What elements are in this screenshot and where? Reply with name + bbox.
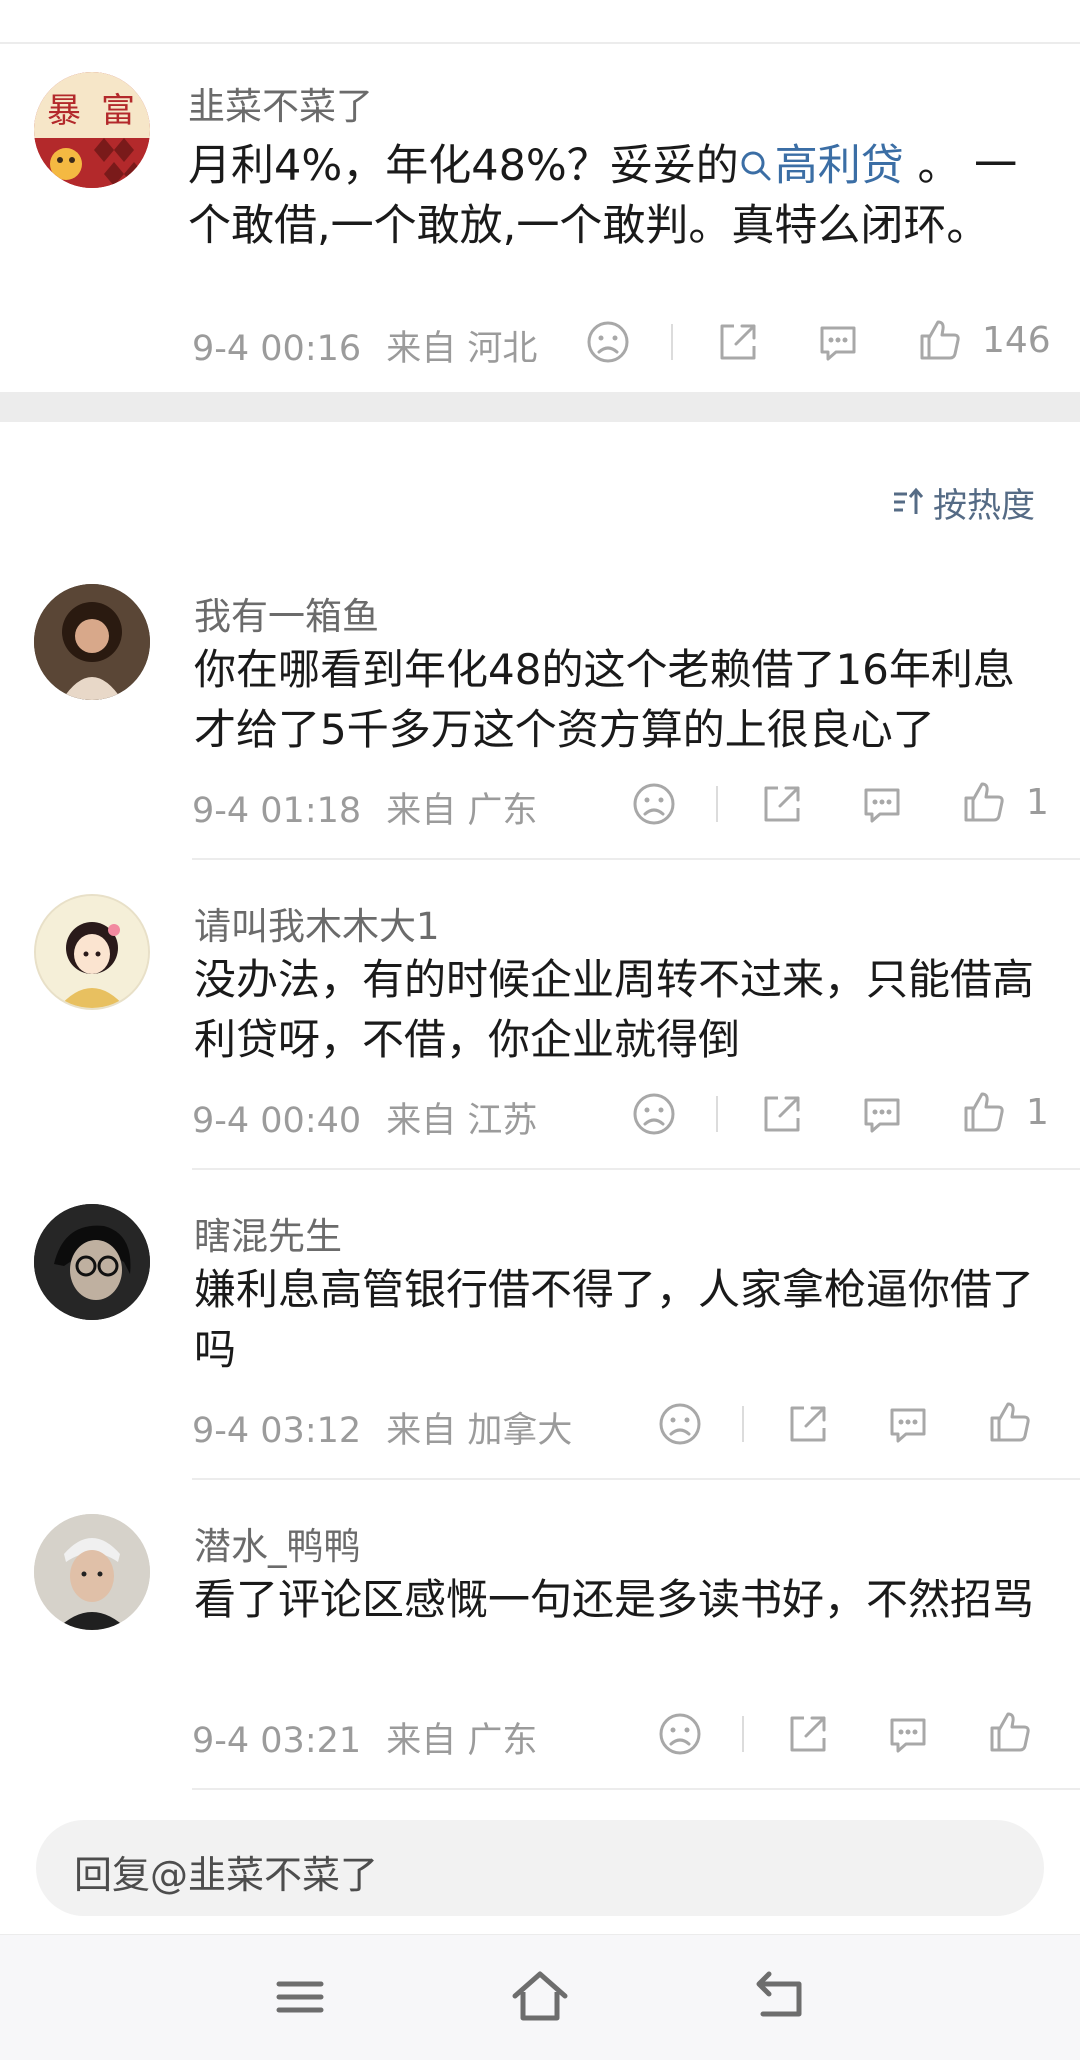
action-separator bbox=[716, 786, 718, 822]
thumbs-up-icon[interactable] bbox=[960, 1088, 1008, 1136]
reply-placeholder: 回复@韭菜不菜了 bbox=[74, 1853, 379, 1897]
like-count: 146 bbox=[982, 320, 1051, 361]
thumbs-up-icon[interactable] bbox=[960, 778, 1008, 826]
top-divider bbox=[0, 42, 1080, 44]
share-icon[interactable] bbox=[784, 1710, 832, 1758]
reply-input[interactable]: 回复@韭菜不菜了 bbox=[36, 1820, 1044, 1916]
comment-time: 9-4 00:40 bbox=[192, 1101, 362, 1141]
avatar[interactable] bbox=[34, 1514, 150, 1630]
comment-location: 来自 广东 bbox=[386, 791, 538, 831]
topic-link[interactable]: 高利贷 bbox=[739, 141, 904, 191]
share-icon[interactable] bbox=[758, 780, 806, 828]
like-count: 1 bbox=[1026, 782, 1049, 823]
comment-meta: 9-4 00:40 来自 江苏 bbox=[192, 1092, 537, 1143]
comment-meta: 9-4 03:12 来自 加拿大 bbox=[192, 1402, 572, 1453]
comment-icon[interactable] bbox=[858, 1090, 906, 1138]
sort-button[interactable]: 按热度 bbox=[891, 480, 1035, 526]
avatar[interactable] bbox=[34, 1204, 150, 1320]
comment-icon[interactable] bbox=[858, 780, 906, 828]
comment-meta: 9-4 00:16 来自 河北 bbox=[192, 320, 537, 371]
action-separator bbox=[742, 1716, 744, 1752]
comment-location: 来自 江苏 bbox=[386, 1101, 538, 1141]
username[interactable]: 潜水_鸭鸭 bbox=[194, 1516, 361, 1570]
username[interactable]: 我有一箱鱼 bbox=[194, 586, 379, 640]
action-separator bbox=[671, 324, 673, 360]
comment-time: 9-4 01:18 bbox=[192, 791, 362, 831]
sort-label: 按热度 bbox=[933, 485, 1035, 526]
frown-icon[interactable] bbox=[656, 1710, 704, 1758]
search-icon bbox=[741, 151, 771, 181]
comment-text: 没办法，有的时候企业周转不过来，只能借高利贷呀，不借，你企业就得倒 bbox=[194, 955, 1035, 1064]
back-icon[interactable] bbox=[745, 1962, 815, 2032]
avatar-char-1: 暴 bbox=[47, 91, 81, 131]
frown-icon[interactable] bbox=[584, 318, 632, 366]
comment-text-start: 月利4%，年化48%？妥妥的 bbox=[188, 141, 739, 191]
frown-icon[interactable] bbox=[656, 1400, 704, 1448]
comment-time: 9-4 03:12 bbox=[192, 1411, 362, 1451]
thumbs-up-icon[interactable] bbox=[986, 1708, 1034, 1756]
comment-text: 你在哪看到年化48的这个老赖借了16年利息才给了5千多万这个资方算的上很良心了 bbox=[194, 645, 1015, 754]
username[interactable]: 韭菜不菜了 bbox=[188, 76, 373, 130]
comment-location: 来自 广东 bbox=[386, 1721, 538, 1761]
share-icon[interactable] bbox=[758, 1090, 806, 1138]
thumbs-up-icon[interactable] bbox=[916, 316, 964, 364]
menu-icon[interactable] bbox=[265, 1962, 335, 2032]
comment-icon[interactable] bbox=[884, 1400, 932, 1448]
comment-text: 月利4%，年化48%？妥妥的 高利贷 。 一个敢借,一个敢放,一个敢判。真特么闭环… bbox=[188, 136, 1048, 256]
share-icon[interactable] bbox=[784, 1400, 832, 1448]
item-divider bbox=[192, 1168, 1080, 1170]
comment-time: 9-4 03:21 bbox=[192, 1721, 362, 1761]
like-count: 1 bbox=[1026, 1092, 1049, 1133]
system-nav-bar bbox=[0, 1934, 1080, 2060]
comment-icon[interactable] bbox=[814, 318, 862, 366]
username[interactable]: 请叫我木木大1 bbox=[194, 896, 440, 950]
avatar-char-2: 富 bbox=[101, 91, 135, 131]
comment-time: 9-4 00:16 bbox=[192, 329, 362, 369]
comment-location: 来自 河北 bbox=[386, 329, 538, 369]
comment-meta: 9-4 03:21 来自 广东 bbox=[192, 1712, 537, 1763]
avatar[interactable]: 暴 富 bbox=[34, 72, 150, 188]
item-divider bbox=[192, 1478, 1080, 1480]
item-divider bbox=[192, 858, 1080, 860]
username[interactable]: 瞎混先生 bbox=[194, 1206, 342, 1260]
comment-icon[interactable] bbox=[884, 1710, 932, 1758]
action-separator bbox=[716, 1096, 718, 1132]
comment-meta: 9-4 01:18 来自 广东 bbox=[192, 782, 537, 833]
thumbs-up-icon[interactable] bbox=[986, 1398, 1034, 1446]
share-icon[interactable] bbox=[714, 318, 762, 366]
item-divider bbox=[192, 1788, 1080, 1790]
comment-location: 来自 加拿大 bbox=[386, 1411, 573, 1451]
comment-text: 嫌利息高管银行借不得了，人家拿枪逼你借了吗 bbox=[194, 1265, 1035, 1374]
avatar[interactable] bbox=[34, 894, 150, 1010]
frown-icon[interactable] bbox=[630, 780, 678, 828]
sort-icon bbox=[894, 487, 924, 514]
frown-icon[interactable] bbox=[630, 1090, 678, 1138]
section-divider bbox=[0, 392, 1080, 422]
action-separator bbox=[742, 1406, 744, 1442]
comment-text: 看了评论区感慨一句还是多读书好，不然招骂 bbox=[194, 1575, 1035, 1624]
home-icon[interactable] bbox=[505, 1962, 575, 2032]
topic-link-label: 高利贷 bbox=[774, 141, 904, 191]
avatar[interactable] bbox=[34, 584, 150, 700]
